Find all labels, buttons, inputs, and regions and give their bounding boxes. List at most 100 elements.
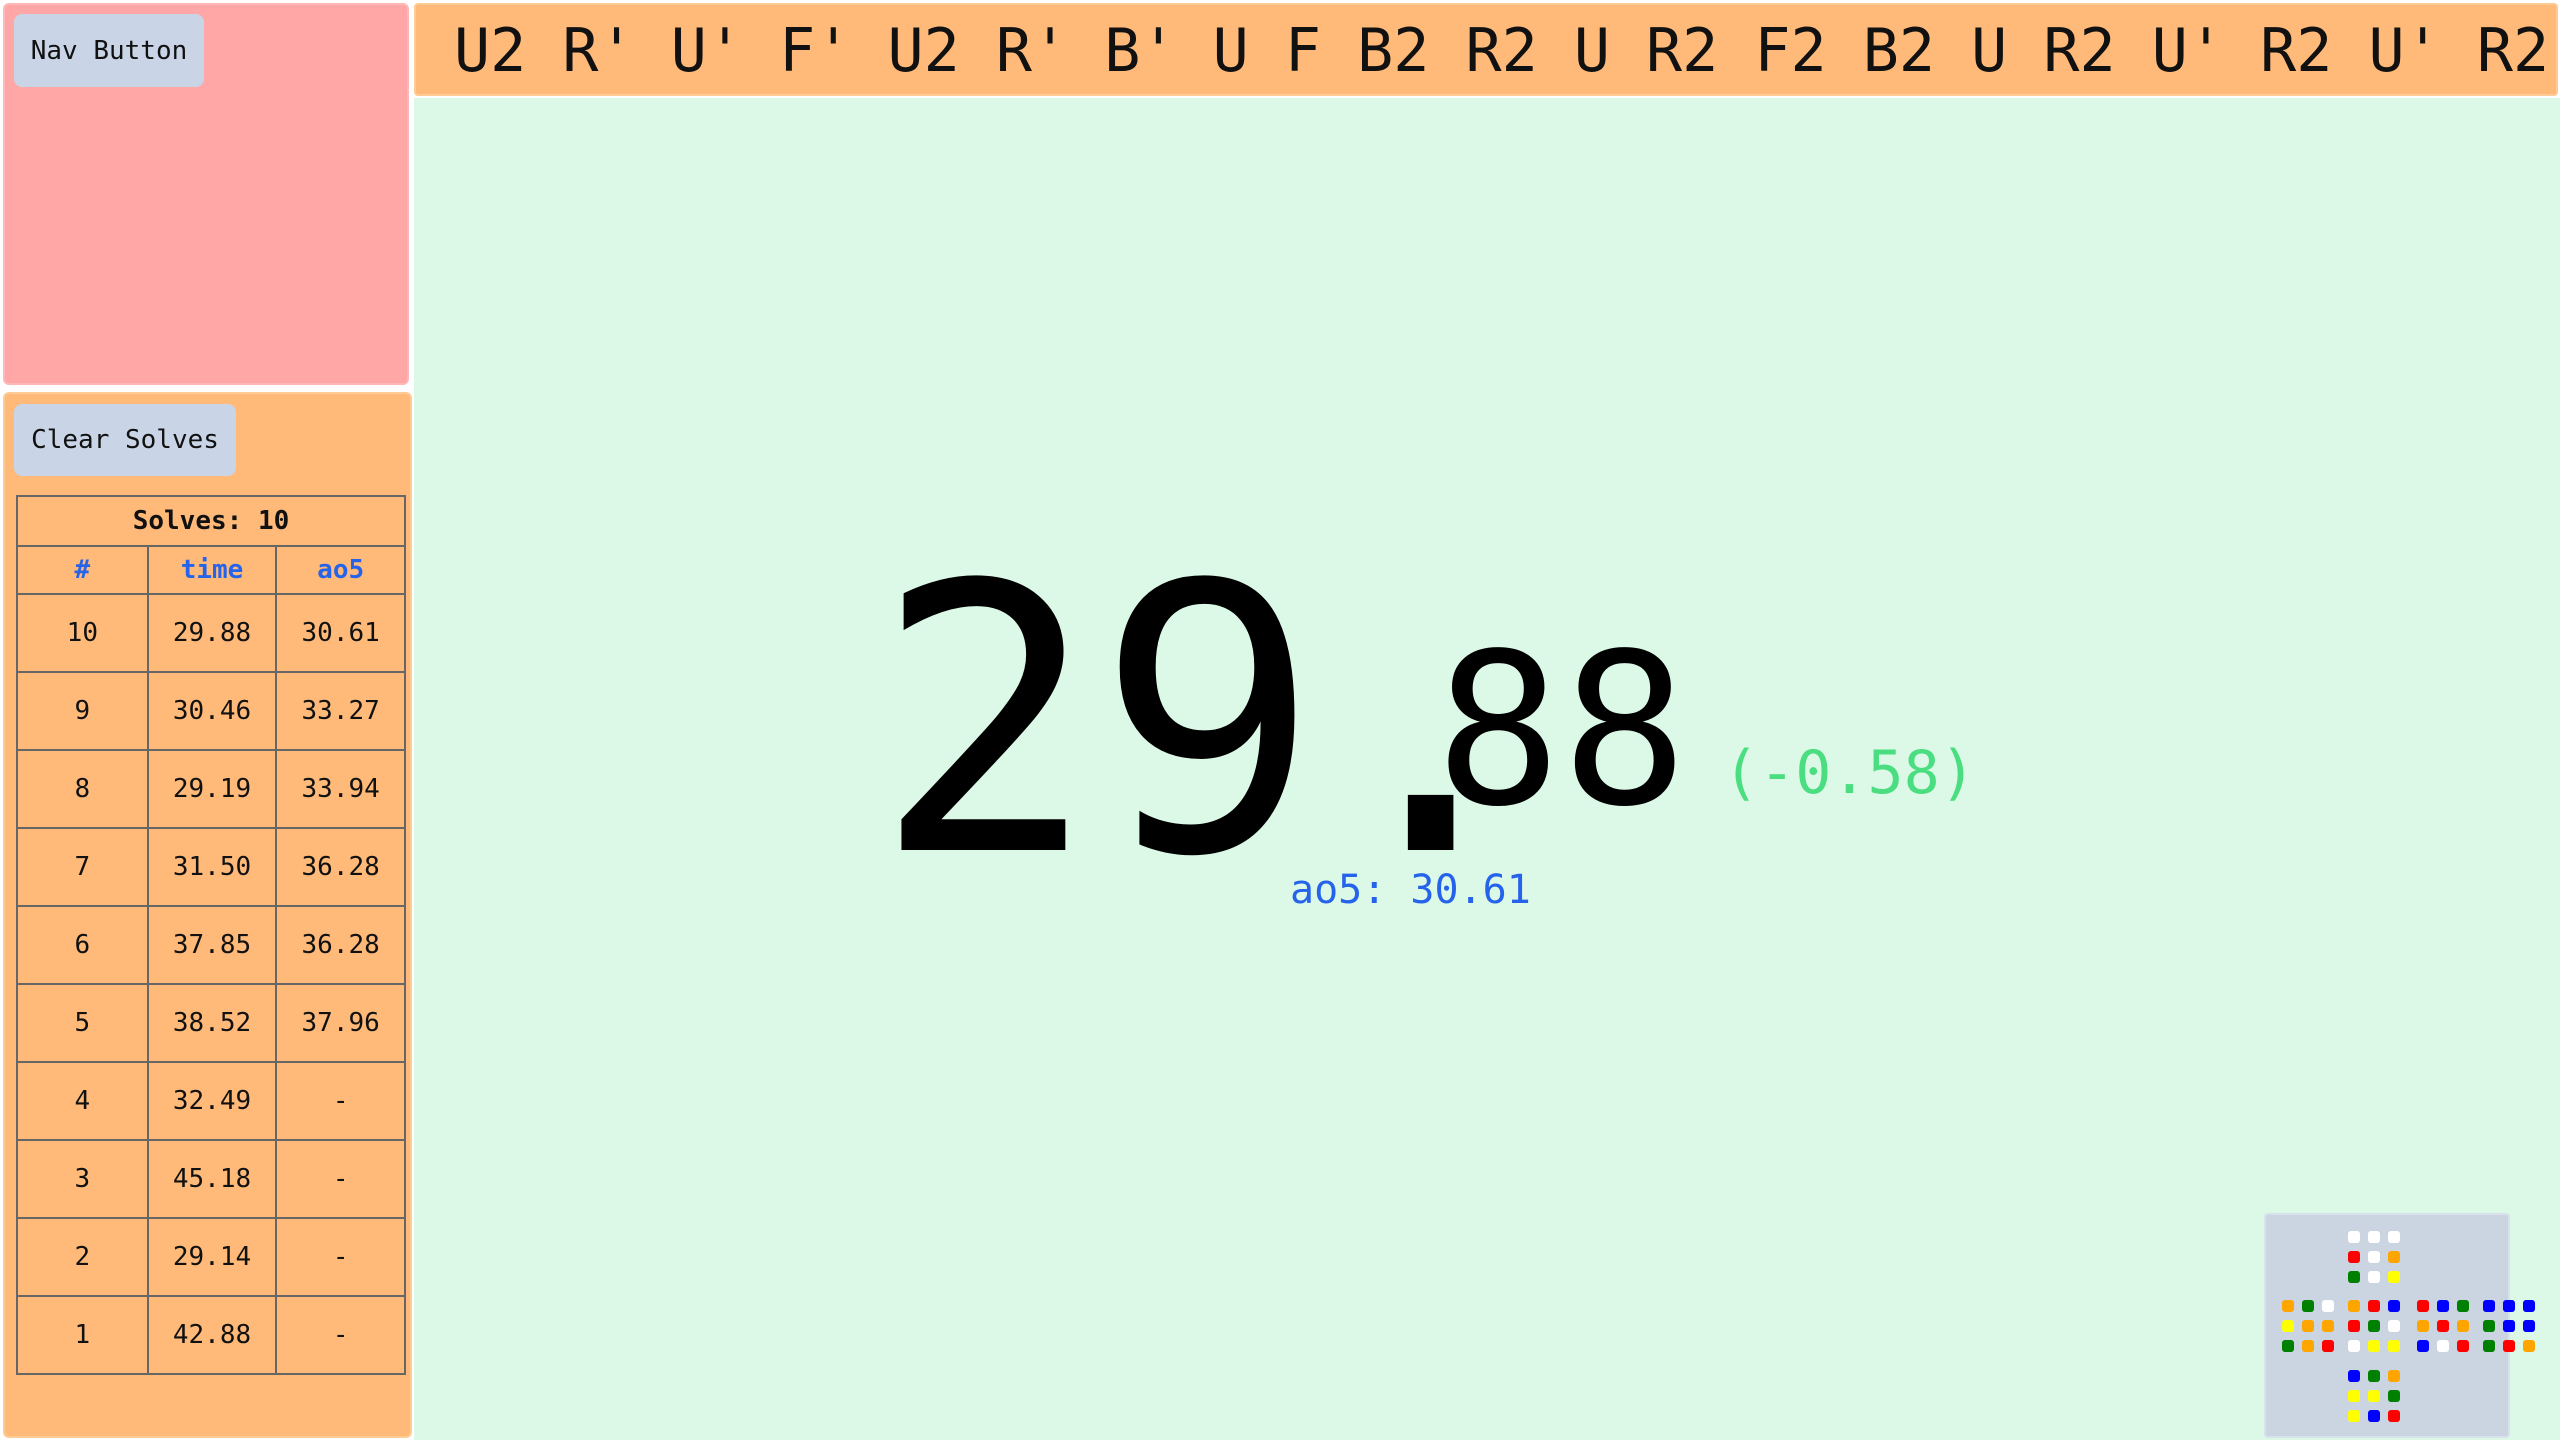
solve-number: 7 <box>16 827 149 907</box>
table-row: 1 42.88 - <box>16 1295 406 1375</box>
cube-sticker <box>2348 1410 2360 1422</box>
cube-sticker <box>2322 1340 2334 1352</box>
timer-area[interactable]: 29. 88 (-0.58) ao5: 30.61 <box>414 98 2560 1440</box>
solve-time[interactable]: 30.46 <box>146 671 278 751</box>
solve-number: 5 <box>16 983 149 1063</box>
solve-number: 10 <box>16 593 149 673</box>
solve-number: 6 <box>16 905 149 985</box>
table-row: 8 29.19 33.94 <box>16 749 406 829</box>
cube-face-back <box>2483 1300 2535 1352</box>
cube-sticker <box>2417 1340 2429 1352</box>
column-header-time: time <box>146 545 278 595</box>
table-row: 9 30.46 33.27 <box>16 671 406 751</box>
solve-number: 3 <box>16 1139 149 1219</box>
scramble-bar: U2 R' U' F' U2 R' B' U F B2 R2 U R2 F2 B… <box>414 3 2558 96</box>
cube-sticker <box>2348 1251 2360 1263</box>
cube-sticker <box>2348 1300 2360 1312</box>
cube-sticker <box>2388 1271 2400 1283</box>
cube-sticker <box>2348 1340 2360 1352</box>
cube-sticker <box>2437 1340 2449 1352</box>
solve-ao5: - <box>275 1217 406 1297</box>
cube-sticker <box>2322 1300 2334 1312</box>
cube-sticker <box>2368 1271 2380 1283</box>
table-row: 3 45.18 - <box>16 1139 406 1219</box>
solve-time[interactable]: 29.14 <box>146 1217 278 1297</box>
solve-number: 9 <box>16 671 149 751</box>
column-header-number: # <box>16 545 149 595</box>
solve-ao5: - <box>275 1295 406 1375</box>
solve-time[interactable]: 42.88 <box>146 1295 278 1375</box>
cube-sticker <box>2523 1320 2535 1332</box>
cube-sticker <box>2368 1340 2380 1352</box>
table-row: 5 38.52 37.96 <box>16 983 406 1063</box>
cube-sticker <box>2483 1320 2495 1332</box>
solve-time[interactable]: 37.85 <box>146 905 278 985</box>
cube-sticker <box>2503 1320 2515 1332</box>
cube-sticker <box>2388 1231 2400 1243</box>
cube-sticker <box>2282 1300 2294 1312</box>
cube-sticker <box>2282 1340 2294 1352</box>
solve-number: 8 <box>16 749 149 829</box>
solve-time[interactable]: 45.18 <box>146 1139 278 1219</box>
cube-sticker <box>2302 1300 2314 1312</box>
scramble-text: U2 R' U' F' U2 R' B' U F B2 R2 U R2 F2 B… <box>454 16 2550 86</box>
table-row: 7 31.50 36.28 <box>16 827 406 907</box>
time-difference: (-0.58) <box>1723 738 1976 808</box>
cube-sticker <box>2457 1300 2469 1312</box>
column-header-ao5: ao5 <box>275 545 406 595</box>
cube-sticker <box>2388 1320 2400 1332</box>
cube-sticker <box>2437 1320 2449 1332</box>
cube-face-right <box>2417 1300 2469 1352</box>
solves-count: Solves: 10 <box>16 495 406 547</box>
nav-button[interactable]: Nav Button <box>14 14 204 87</box>
cube-sticker <box>2302 1320 2314 1332</box>
solves-table: Solves: 10 # time ao5 10 29.88 30.61 9 3… <box>16 495 406 1375</box>
cube-sticker <box>2282 1320 2294 1332</box>
cube-sticker <box>2417 1320 2429 1332</box>
cube-sticker <box>2388 1340 2400 1352</box>
cube-sticker <box>2368 1231 2380 1243</box>
cube-sticker <box>2523 1300 2535 1312</box>
cube-sticker <box>2457 1340 2469 1352</box>
cube-sticker <box>2322 1320 2334 1332</box>
solve-ao5: 33.27 <box>275 671 406 751</box>
table-row: 6 37.85 36.28 <box>16 905 406 985</box>
cube-sticker <box>2302 1340 2314 1352</box>
solve-ao5: 36.28 <box>275 827 406 907</box>
solve-number: 2 <box>16 1217 149 1297</box>
cube-sticker <box>2368 1390 2380 1402</box>
cube-sticker <box>2368 1370 2380 1382</box>
cube-sticker <box>2368 1320 2380 1332</box>
solve-time[interactable]: 29.88 <box>146 593 278 673</box>
timer-hundredths: 88 <box>1435 608 1688 853</box>
nav-panel: Nav Button <box>3 3 409 385</box>
solve-ao5: - <box>275 1139 406 1219</box>
solve-ao5: - <box>275 1061 406 1141</box>
cube-sticker <box>2388 1251 2400 1263</box>
cube-sticker <box>2368 1410 2380 1422</box>
cube-sticker <box>2388 1300 2400 1312</box>
current-ao5: ao5: 30.61 <box>1290 867 1531 913</box>
solve-time[interactable]: 32.49 <box>146 1061 278 1141</box>
solve-time[interactable]: 38.52 <box>146 983 278 1063</box>
solves-panel: Clear Solves Solves: 10 # time ao5 10 29… <box>3 392 412 1438</box>
solve-ao5: 33.94 <box>275 749 406 829</box>
solve-time[interactable]: 29.19 <box>146 749 278 829</box>
cube-sticker <box>2348 1320 2360 1332</box>
cube-face-front <box>2348 1300 2400 1352</box>
cube-sticker <box>2348 1271 2360 1283</box>
solve-time[interactable]: 31.50 <box>146 827 278 907</box>
cube-sticker <box>2483 1300 2495 1312</box>
cube-sticker <box>2368 1300 2380 1312</box>
cube-face-left <box>2282 1300 2334 1352</box>
solve-number: 1 <box>16 1295 149 1375</box>
cube-sticker <box>2368 1251 2380 1263</box>
cube-face-down <box>2348 1370 2400 1422</box>
cube-sticker <box>2348 1390 2360 1402</box>
cube-sticker <box>2417 1300 2429 1312</box>
clear-solves-button[interactable]: Clear Solves <box>14 404 236 476</box>
cube-sticker <box>2388 1410 2400 1422</box>
cube-sticker <box>2457 1320 2469 1332</box>
cube-sticker <box>2523 1340 2535 1352</box>
cube-sticker <box>2348 1370 2360 1382</box>
